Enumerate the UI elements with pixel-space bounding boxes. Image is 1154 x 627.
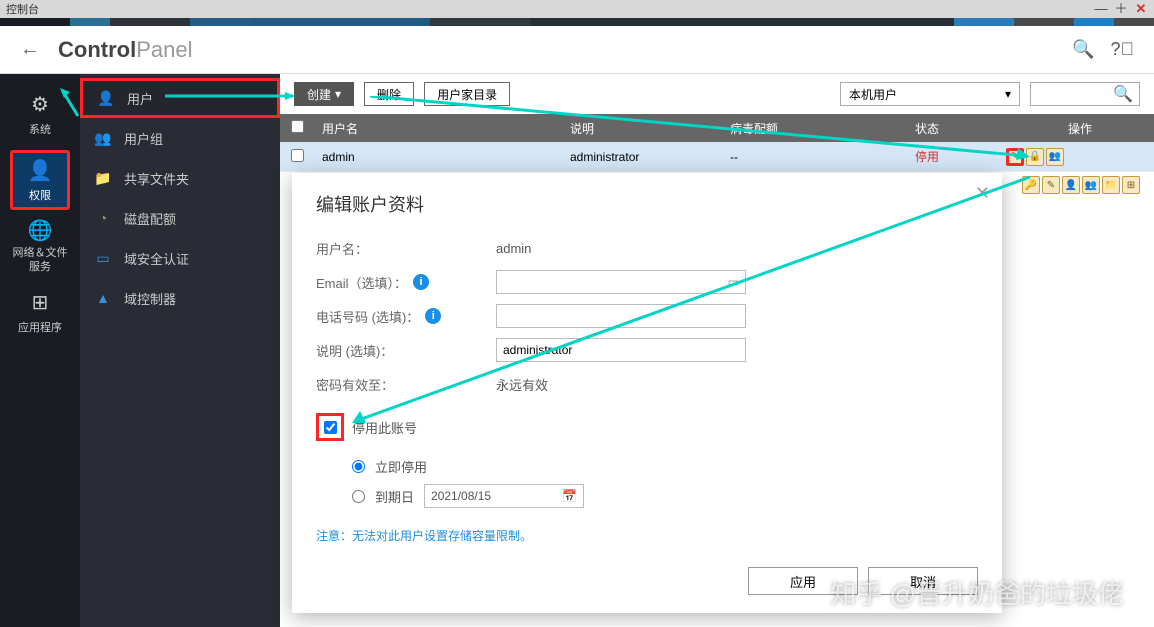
group-action-icon[interactable]: 👥 — [1082, 176, 1100, 194]
scope-select[interactable]: 本机用户▾ — [840, 82, 1020, 106]
disable-now-label: 立即停用 — [375, 457, 427, 476]
disk-icon: ◔ — [94, 209, 112, 227]
calendar-icon: 📅 — [562, 489, 577, 503]
disable-checkbox-highlight — [316, 413, 344, 441]
folder-action-icon[interactable]: 📁 — [1102, 176, 1120, 194]
help-icon[interactable]: ?⃝ — [1110, 39, 1134, 60]
info-icon[interactable]: i — [413, 274, 429, 290]
search-icon: 🔍 — [1113, 84, 1133, 104]
edit-account-modal: ✕ 编辑账户资料 用户名： admin Email（选填）：i ▭ 电话号码 (… — [292, 173, 1002, 613]
sidebar-item-quota[interactable]: ◔ 磁盘配额 — [80, 198, 280, 238]
minimize-icon[interactable]: — — [1094, 2, 1108, 16]
tower-icon: ▲ — [94, 289, 112, 307]
nav-rail: ⚙ 系统 👤 权限 🌐 网络＆文件 服务 ⊞ 应用程序 — [0, 74, 80, 627]
key-action-icon[interactable]: 🔑 — [1022, 176, 1040, 194]
pwvalid-label: 密码有效至： — [316, 375, 496, 394]
disable-account-checkbox[interactable] — [324, 421, 337, 434]
lock-action-icon[interactable]: 🔒 — [1026, 148, 1044, 166]
close-icon[interactable]: ✕ — [1134, 2, 1148, 16]
modal-close-icon[interactable]: ✕ — [975, 183, 990, 204]
delete-button[interactable]: 删除 — [364, 82, 414, 106]
sidebar: 👤 用户 👥 用户组 📁 共享文件夹 ◔ 磁盘配额 ▭ 域安全认证 ▲ 域控制器 — [80, 74, 280, 627]
cell-desc: administrator — [562, 150, 722, 164]
info-icon[interactable]: i — [425, 308, 441, 324]
table-row[interactable]: admin administrator -- 停用 ✎ 🔒 👥 — [280, 142, 1154, 172]
phone-input[interactable] — [496, 304, 746, 328]
search-icon[interactable]: 🔍 — [1072, 39, 1094, 60]
edit-action-icon[interactable]: ✎ — [1006, 148, 1024, 166]
sidebar-item-shared[interactable]: 📁 共享文件夹 — [80, 158, 280, 198]
disable-label: 停用此账号 — [352, 418, 417, 437]
person-icon: 👤 — [28, 158, 53, 183]
pwvalid-value: 永远有效 — [496, 375, 978, 394]
rail-permission[interactable]: 👤 权限 — [10, 150, 70, 210]
rail-system[interactable]: ⚙ 系统 — [10, 84, 70, 144]
col-desc: 说明 — [562, 120, 722, 137]
brand-title: ControlPanel — [58, 37, 192, 63]
col-username: 用户名 — [314, 120, 562, 137]
chevron-down-icon: ▾ — [335, 87, 341, 101]
disable-date-radio[interactable] — [352, 490, 365, 503]
note-text: 注意：无法对此用户设置存储容量限制。 — [316, 527, 978, 544]
user-icon: 👤 — [97, 89, 115, 107]
window-title: 控制台 — [6, 1, 39, 17]
cell-virus: -- — [722, 150, 862, 164]
app-action-icon[interactable]: ⊞ — [1122, 176, 1140, 194]
group-action-icon[interactable]: 👥 — [1046, 148, 1064, 166]
cell-status: 停用 — [862, 148, 992, 165]
header: ← ControlPanel 🔍 ?⃝ — [0, 26, 1154, 74]
search-input[interactable]: 🔍 — [1030, 82, 1140, 106]
home-dir-button[interactable]: 用户家目录 — [424, 82, 510, 106]
edit-action-icon[interactable]: ✎ — [1042, 176, 1060, 194]
desc-label: 说明 (选填)： — [316, 341, 496, 360]
disable-now-radio[interactable] — [352, 460, 365, 473]
select-all-checkbox[interactable] — [291, 120, 304, 133]
date-input[interactable]: 2021/08/15📅 — [424, 484, 584, 508]
globe-icon: 🌐 — [28, 218, 53, 243]
desc-input[interactable] — [496, 338, 746, 362]
disable-date-label: 到期日 — [375, 487, 414, 506]
contact-icon: ▭ — [728, 275, 739, 289]
rail-apps[interactable]: ⊞ 应用程序 — [10, 282, 70, 342]
cell-username: admin — [314, 150, 562, 164]
grid-icon: ⊞ — [32, 290, 49, 315]
color-strip — [0, 18, 1154, 26]
folder-icon: 📁 — [94, 169, 112, 187]
window-controls: — ＋ ✕ — [1094, 2, 1148, 16]
sidebar-item-users[interactable]: 👤 用户 — [80, 78, 280, 118]
phone-label: 电话号码 (选填)：i — [316, 307, 496, 326]
group-icon: 👥 — [94, 129, 112, 147]
window-titlebar: 控制台 — ＋ ✕ — [0, 0, 1154, 18]
maximize-icon[interactable]: ＋ — [1114, 2, 1128, 16]
col-virus: 病毒配额 — [722, 120, 862, 137]
email-input[interactable]: ▭ — [496, 270, 746, 294]
col-actions: 操作 — [992, 120, 1154, 137]
back-arrow-icon[interactable]: ← — [20, 38, 40, 61]
col-status: 状态 — [862, 120, 992, 137]
apply-button[interactable]: 应用 — [748, 567, 858, 595]
sidebar-item-dc[interactable]: ▲ 域控制器 — [80, 278, 280, 318]
row-checkbox[interactable] — [291, 149, 304, 162]
rail-network[interactable]: 🌐 网络＆文件 服务 — [10, 216, 70, 276]
gear-icon: ⚙ — [31, 92, 49, 117]
username-value: admin — [496, 241, 978, 256]
shield-icon: ▭ — [94, 249, 112, 267]
table-header: 用户名 说明 病毒配额 状态 操作 — [280, 114, 1154, 142]
modal-title: 编辑账户资料 — [292, 173, 1002, 227]
cancel-button[interactable]: 取消 — [868, 567, 978, 595]
username-label: 用户名： — [316, 239, 496, 258]
sidebar-item-domain[interactable]: ▭ 域安全认证 — [80, 238, 280, 278]
create-button[interactable]: 创建▾ — [294, 82, 354, 106]
user-action-icon[interactable]: 👤 — [1062, 176, 1080, 194]
sidebar-item-groups[interactable]: 👥 用户组 — [80, 118, 280, 158]
email-label: Email（选填）：i — [316, 273, 496, 292]
toolbar: 创建▾ 删除 用户家目录 本机用户▾ 🔍 — [280, 74, 1154, 114]
chevron-down-icon: ▾ — [1005, 87, 1011, 101]
